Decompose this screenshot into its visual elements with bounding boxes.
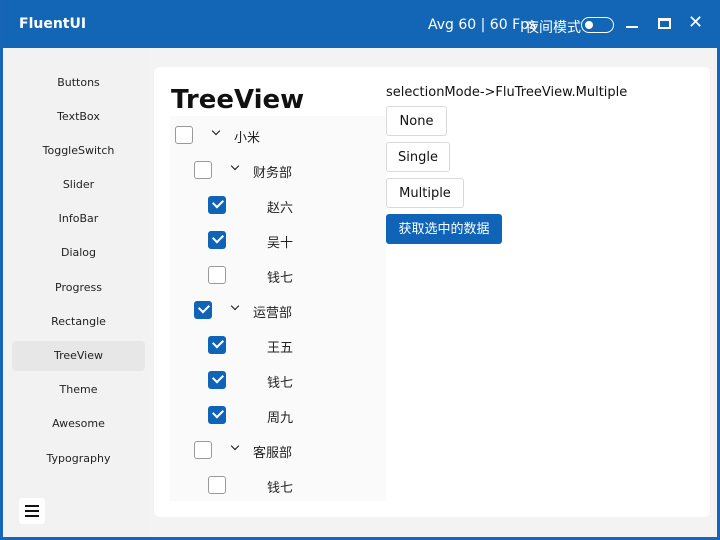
chevron-down-icon[interactable] bbox=[229, 162, 243, 176]
tree-node-checkbox[interactable] bbox=[208, 266, 226, 284]
sidebar-item-buttons[interactable]: Buttons bbox=[12, 68, 145, 98]
chevron-down-icon[interactable] bbox=[210, 127, 224, 141]
title-bar: FluentUI Avg 60 | 60 Fps 夜间模式 ✕ bbox=[3, 0, 720, 48]
tree-node[interactable]: 周九 bbox=[208, 406, 368, 430]
tree-node-checkbox[interactable] bbox=[208, 406, 226, 424]
sidebar-item-progress[interactable]: Progress bbox=[12, 273, 145, 303]
selection-mode-text: selectionMode->FluTreeView.Multiple bbox=[386, 85, 627, 100]
chevron-down-icon[interactable] bbox=[229, 442, 243, 456]
maximize-icon bbox=[658, 18, 671, 29]
check-icon bbox=[212, 231, 224, 243]
sidebar-item-rectangle[interactable]: Rectangle bbox=[12, 307, 145, 337]
hamburger-icon bbox=[25, 505, 39, 507]
tree-node-label: 钱七 bbox=[267, 477, 293, 496]
tree-node-label: 运营部 bbox=[253, 302, 292, 321]
minimize-icon bbox=[626, 26, 638, 28]
tree-node-label: 小米 bbox=[234, 127, 260, 146]
sidebar-item-dialog[interactable]: Dialog bbox=[12, 238, 145, 268]
close-icon: ✕ bbox=[688, 13, 703, 33]
tree-node-label: 吴十 bbox=[267, 232, 293, 251]
tree-node-label: 赵六 bbox=[267, 197, 293, 216]
check-icon bbox=[212, 196, 224, 208]
tree-node[interactable]: 钱七 bbox=[208, 371, 368, 395]
sidebar: Buttons TextBox ToggleSwitch Slider Info… bbox=[6, 48, 150, 537]
sidebar-item-toggleswitch[interactable]: ToggleSwitch bbox=[12, 136, 145, 166]
sidebar-item-textbox[interactable]: TextBox bbox=[12, 102, 145, 132]
tree-node-checkbox[interactable] bbox=[194, 161, 212, 179]
tree-node[interactable]: 运营部 bbox=[194, 301, 374, 325]
sidebar-item-typography[interactable]: Typography bbox=[12, 444, 145, 474]
tree-node[interactable]: 小米 bbox=[175, 126, 375, 150]
tree-node[interactable]: 吴十 bbox=[208, 231, 368, 255]
night-mode-toggle[interactable] bbox=[581, 17, 614, 33]
minimize-button[interactable] bbox=[622, 14, 642, 34]
tree-node[interactable]: 王五 bbox=[208, 336, 368, 360]
close-button[interactable]: ✕ bbox=[687, 14, 707, 34]
sidebar-item-treeview[interactable]: TreeView bbox=[12, 341, 145, 371]
tree-node-checkbox[interactable] bbox=[208, 371, 226, 389]
fps-counter: Avg 60 | 60 Fps bbox=[428, 17, 536, 33]
check-icon bbox=[198, 301, 210, 313]
tree-node-label: 财务部 bbox=[253, 162, 292, 181]
tree-node-checkbox[interactable] bbox=[175, 126, 193, 144]
tree-node-label: 钱七 bbox=[267, 372, 293, 391]
multiple-button[interactable]: Multiple bbox=[386, 178, 464, 208]
night-mode-label: 夜间模式 bbox=[525, 17, 581, 37]
tree-node-checkbox[interactable] bbox=[194, 441, 212, 459]
sidebar-item-awesome[interactable]: Awesome bbox=[12, 409, 145, 439]
menu-toggle-button[interactable] bbox=[19, 498, 45, 524]
sidebar-item-infobar[interactable]: InfoBar bbox=[12, 204, 145, 234]
tree-node-label: 钱七 bbox=[267, 267, 293, 286]
page-title: TreeView bbox=[171, 85, 304, 115]
tree-node[interactable]: 客服部 bbox=[194, 441, 374, 465]
check-icon bbox=[212, 336, 224, 348]
check-icon bbox=[212, 406, 224, 418]
maximize-button[interactable] bbox=[655, 14, 675, 34]
tree-node-checkbox[interactable] bbox=[194, 301, 212, 319]
tree-node-label: 客服部 bbox=[253, 442, 292, 461]
sidebar-item-slider[interactable]: Slider bbox=[12, 170, 145, 200]
tree-node[interactable]: 赵六 bbox=[208, 196, 368, 220]
none-button[interactable]: None bbox=[386, 106, 447, 136]
tree-node-checkbox[interactable] bbox=[208, 196, 226, 214]
tree-node-checkbox[interactable] bbox=[208, 476, 226, 494]
tree-node[interactable]: 钱七 bbox=[208, 266, 368, 290]
tree-node-checkbox[interactable] bbox=[208, 336, 226, 354]
check-icon bbox=[212, 371, 224, 383]
single-button[interactable]: Single bbox=[386, 142, 450, 172]
app-window: FluentUI Avg 60 | 60 Fps 夜间模式 ✕ Buttons … bbox=[0, 0, 720, 540]
tree-node-label: 周九 bbox=[267, 407, 293, 426]
toggle-knob bbox=[585, 21, 593, 29]
tree-node[interactable]: 财务部 bbox=[194, 161, 374, 185]
app-title: FluentUI bbox=[19, 16, 86, 32]
tree-node[interactable]: 钱七 bbox=[208, 476, 368, 500]
tree-node-label: 王五 bbox=[267, 337, 293, 356]
get-selected-button[interactable]: 获取选中的数据 bbox=[386, 214, 502, 244]
sidebar-item-theme[interactable]: Theme bbox=[12, 375, 145, 405]
chevron-down-icon[interactable] bbox=[229, 302, 243, 316]
tree-node-checkbox[interactable] bbox=[208, 231, 226, 249]
